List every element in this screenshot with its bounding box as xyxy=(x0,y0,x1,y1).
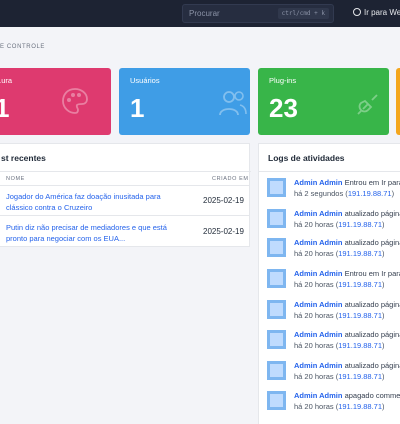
log-ip-link[interactable]: 191.19.88.71 xyxy=(338,280,382,289)
log-action: Entrou em Ir para site xyxy=(344,178,400,187)
avatar xyxy=(267,361,286,380)
stat-card-partial[interactable] xyxy=(396,68,400,135)
log-time: há 20 horas xyxy=(294,311,334,320)
log-action: atualizado página "V xyxy=(344,361,400,370)
column-header-created: CRIADO EM xyxy=(212,176,249,182)
stat-card-count: 23 xyxy=(269,93,298,123)
search-shortcut: ctrl/cmd + k xyxy=(277,8,329,19)
log-action: apagado comment xyxy=(344,391,400,400)
palette-icon xyxy=(62,88,88,114)
stat-card-users[interactable]: Usuários 1 xyxy=(119,68,250,135)
avatar xyxy=(267,391,286,410)
log-user-link[interactable]: Admin Admin xyxy=(294,269,342,278)
avatar xyxy=(267,300,286,319)
stat-card-label: Plug-ins xyxy=(269,76,297,85)
log-user-link[interactable]: Admin Admin xyxy=(294,391,342,400)
log-user-link[interactable]: Admin Admin xyxy=(294,300,342,309)
visit-site-link[interactable]: Ir para Web xyxy=(353,8,400,17)
log-user-link[interactable]: Admin Admin xyxy=(294,178,342,187)
divider xyxy=(0,171,251,172)
post-date: 2025-02-19 xyxy=(203,196,244,205)
row-separator xyxy=(0,215,250,216)
log-item: Admin Admin atualizado página "V há 20 h… xyxy=(267,238,400,262)
log-user-link[interactable]: Admin Admin xyxy=(294,209,342,218)
log-ip-link[interactable]: 191.19.88.71 xyxy=(338,341,382,350)
search-input[interactable]: Procurar ctrl/cmd + k xyxy=(182,4,334,23)
log-action: atualizado página "V xyxy=(344,300,400,309)
avatar xyxy=(267,178,286,197)
log-user-link[interactable]: Admin Admin xyxy=(294,238,342,247)
stat-card-label: ...ura xyxy=(0,76,13,85)
activity-logs-title: Logs de atividades xyxy=(268,153,345,163)
log-time: há 20 horas xyxy=(294,280,334,289)
log-user-link[interactable]: Admin Admin xyxy=(294,361,342,370)
visit-site-label: Ir para Web xyxy=(364,8,400,17)
recent-posts-title: st recentes xyxy=(1,153,46,163)
post-date: 2025-02-19 xyxy=(203,227,244,236)
post-title-link[interactable]: Putin diz não precisar de mediadores e q… xyxy=(6,222,186,244)
log-user-link[interactable]: Admin Admin xyxy=(294,330,342,339)
log-action: atualizado página "V xyxy=(344,330,400,339)
log-item: Admin Admin atualizado página "V há 20 h… xyxy=(267,209,400,233)
top-bar: Procurar ctrl/cmd + k Ir para Web xyxy=(0,0,400,27)
log-time: há 2 segundos xyxy=(294,189,344,198)
globe-icon xyxy=(353,8,361,16)
log-item: Admin Admin apagado comment há 20 horas … xyxy=(267,391,400,415)
log-action: atualizado página "V xyxy=(344,209,400,218)
row-separator xyxy=(0,185,250,186)
stat-card-label: Usuários xyxy=(130,76,160,85)
stat-card-count: 1 xyxy=(130,93,145,123)
search-placeholder: Procurar xyxy=(189,9,220,18)
log-ip-link[interactable]: 191.19.88.71 xyxy=(348,189,392,198)
log-time: há 20 horas xyxy=(294,249,334,258)
avatar xyxy=(267,238,286,257)
post-title-link[interactable]: Jogador do América faz doação inusitada … xyxy=(6,191,186,213)
log-item: Admin Admin atualizado página "V há 20 h… xyxy=(267,300,400,324)
users-icon xyxy=(219,91,247,116)
avatar xyxy=(267,269,286,288)
log-time: há 20 horas xyxy=(294,372,334,381)
log-action: Entrou em Ir para site xyxy=(344,269,400,278)
log-ip-link[interactable]: 191.19.88.71 xyxy=(338,402,382,411)
breadcrumb: E CONTROLE xyxy=(0,44,46,50)
stat-card-plugins[interactable]: Plug-ins 23 xyxy=(258,68,389,135)
log-item: Admin Admin Entrou em Ir para site há 20… xyxy=(267,269,400,293)
log-item: Admin Admin atualizado página "V há 20 h… xyxy=(267,330,400,354)
stat-card-theme[interactable]: ...ura 1 xyxy=(0,68,111,135)
log-ip-link[interactable]: 191.19.88.71 xyxy=(338,220,382,229)
log-time: há 20 horas xyxy=(294,341,334,350)
log-ip-link[interactable]: 191.19.88.71 xyxy=(338,372,382,381)
divider xyxy=(259,171,400,172)
log-time: há 20 horas xyxy=(294,402,334,411)
log-item: Admin Admin Entrou em Ir para site há 2 … xyxy=(267,178,400,202)
log-time: há 20 horas xyxy=(294,220,334,229)
column-header-name: NOME xyxy=(6,176,25,182)
log-ip-link[interactable]: 191.19.88.71 xyxy=(338,311,382,320)
log-ip-link[interactable]: 191.19.88.71 xyxy=(338,249,382,258)
log-action: atualizado página "V xyxy=(344,238,400,247)
stat-card-count: 1 xyxy=(0,93,10,123)
avatar xyxy=(267,209,286,228)
avatar xyxy=(267,330,286,349)
log-item: Admin Admin atualizado página "V há 20 h… xyxy=(267,361,400,385)
plug-icon xyxy=(357,94,378,115)
